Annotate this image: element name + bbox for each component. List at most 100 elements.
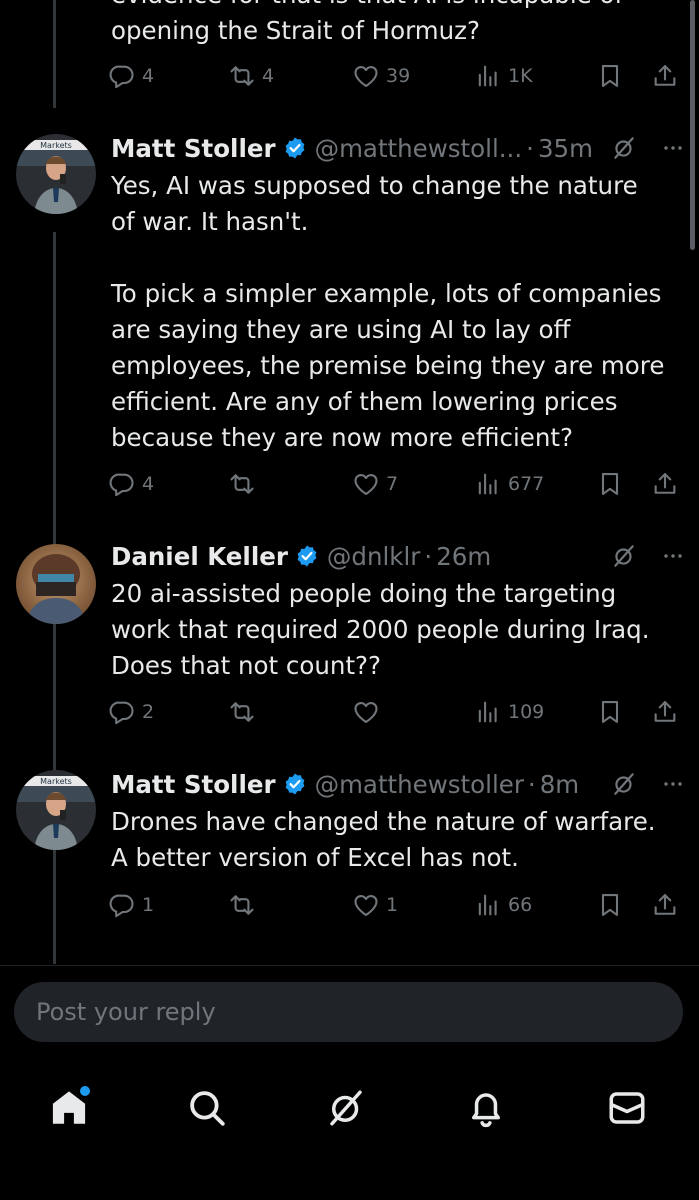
share-button[interactable] — [651, 696, 679, 728]
reply-count: 4 — [142, 473, 155, 495]
author-handle[interactable]: @matthewstoll... — [315, 134, 523, 163]
conversation-feed: evidence for that is that AI is incapabl… — [0, 0, 699, 965]
more-options-icon[interactable] — [661, 136, 685, 160]
reply-icon — [108, 891, 136, 919]
reply-count: 2 — [142, 701, 155, 723]
author-handle[interactable]: @dnlklr — [327, 542, 420, 571]
views-count: 1K — [508, 65, 533, 87]
views-count: 66 — [508, 894, 533, 916]
views-button[interactable]: 677 — [474, 468, 544, 500]
reply-button[interactable]: 4 — [108, 468, 154, 500]
avatar[interactable] — [16, 544, 96, 624]
views-count: 677 — [508, 473, 545, 495]
share-icon — [651, 62, 679, 90]
more-options-icon[interactable] — [661, 544, 685, 568]
author-handle[interactable]: @matthewstoller — [315, 770, 524, 799]
reply-icon — [108, 698, 136, 726]
verified-icon — [283, 136, 307, 160]
tweet-header: Matt Stoller @matthewstoller · 8m — [111, 766, 685, 802]
nav-search[interactable] — [177, 1078, 237, 1138]
grok-icon[interactable] — [611, 771, 637, 797]
timestamp[interactable]: 8m — [540, 770, 579, 799]
reply-count: 1 — [142, 894, 155, 916]
tweet-actions: 1 1 66 — [108, 889, 688, 921]
author-name[interactable]: Daniel Keller — [111, 542, 288, 571]
nav-grok[interactable] — [316, 1078, 376, 1138]
bookmark-button[interactable] — [596, 468, 624, 500]
tweet-text: evidence for that is that AI is incapabl… — [111, 0, 623, 45]
reply-button[interactable]: 1 — [108, 889, 154, 921]
avatar[interactable]: Markets — [16, 770, 96, 850]
reply-button[interactable]: 2 — [108, 696, 154, 728]
scrollbar[interactable] — [690, 0, 695, 250]
nav-messages[interactable] — [597, 1078, 657, 1138]
grok-icon[interactable] — [611, 135, 637, 161]
notification-dot — [80, 1086, 90, 1096]
repost-icon — [228, 891, 256, 919]
reply-bar — [0, 965, 699, 1056]
author-name[interactable]: Matt Stoller — [111, 134, 276, 163]
views-button[interactable]: 1K — [474, 60, 533, 92]
bookmark-icon — [596, 891, 624, 919]
heart-icon — [352, 698, 380, 726]
bookmark-icon — [596, 698, 624, 726]
verified-icon — [283, 772, 307, 796]
search-icon — [190, 1091, 225, 1126]
share-icon — [651, 698, 679, 726]
separator-dot: · — [526, 133, 534, 163]
tweet-text: 20 ai-assisted people doing the targetin… — [111, 579, 650, 680]
more-options-icon[interactable] — [661, 772, 685, 796]
bookmark-button[interactable] — [596, 889, 624, 921]
heart-icon — [352, 62, 380, 90]
tweet-header: Daniel Keller @dnlklr · 26m — [111, 538, 685, 574]
views-icon — [474, 891, 502, 919]
separator-dot: · — [424, 541, 433, 571]
like-button[interactable] — [352, 696, 386, 728]
views-count: 109 — [508, 701, 545, 723]
repost-button[interactable] — [228, 468, 262, 500]
like-button[interactable]: 1 — [352, 889, 398, 921]
repost-icon — [228, 470, 256, 498]
share-button[interactable] — [651, 468, 679, 500]
thread-line — [53, 0, 56, 108]
nav-notifications[interactable] — [456, 1078, 516, 1138]
repost-button[interactable] — [228, 696, 262, 728]
reply-button[interactable]: 4 — [108, 60, 154, 92]
like-count: 7 — [386, 473, 399, 495]
repost-count: 4 — [262, 65, 275, 87]
avatar-banner-text: Markets — [40, 141, 72, 150]
timestamp[interactable]: 35m — [538, 134, 593, 163]
timestamp[interactable]: 26m — [436, 542, 491, 571]
bottom-nav — [0, 1055, 699, 1200]
separator-dot: · — [527, 769, 536, 799]
like-count: 39 — [386, 65, 411, 87]
views-button[interactable]: 66 — [474, 889, 532, 921]
verified-icon — [295, 544, 319, 568]
tweet-actions: 2 109 — [108, 696, 688, 728]
grok-icon[interactable] — [611, 543, 637, 569]
like-button[interactable]: 7 — [352, 468, 398, 500]
bookmark-button[interactable] — [596, 60, 624, 92]
repost-button[interactable] — [228, 889, 262, 921]
messages-icon — [609, 1092, 645, 1124]
tweet-actions: 4 4 39 1K — [108, 60, 688, 92]
like-button[interactable]: 39 — [352, 60, 410, 92]
views-icon — [474, 698, 502, 726]
share-button[interactable] — [651, 889, 679, 921]
reply-input[interactable] — [14, 982, 683, 1042]
repost-icon — [228, 698, 256, 726]
reply-icon — [108, 62, 136, 90]
tweet-header: Matt Stoller @matthewstoll... · 35m — [111, 130, 685, 166]
reply-icon — [108, 470, 136, 498]
share-button[interactable] — [651, 60, 679, 92]
repost-button[interactable]: 4 — [228, 60, 274, 92]
avatar-image — [16, 544, 96, 624]
avatar-image: Markets — [16, 770, 96, 850]
avatar[interactable]: Markets — [16, 134, 96, 214]
bookmark-icon — [596, 470, 624, 498]
views-button[interactable]: 109 — [474, 696, 544, 728]
notifications-icon — [472, 1093, 500, 1128]
nav-home[interactable] — [39, 1078, 99, 1138]
bookmark-button[interactable] — [596, 696, 624, 728]
author-name[interactable]: Matt Stoller — [111, 770, 276, 799]
